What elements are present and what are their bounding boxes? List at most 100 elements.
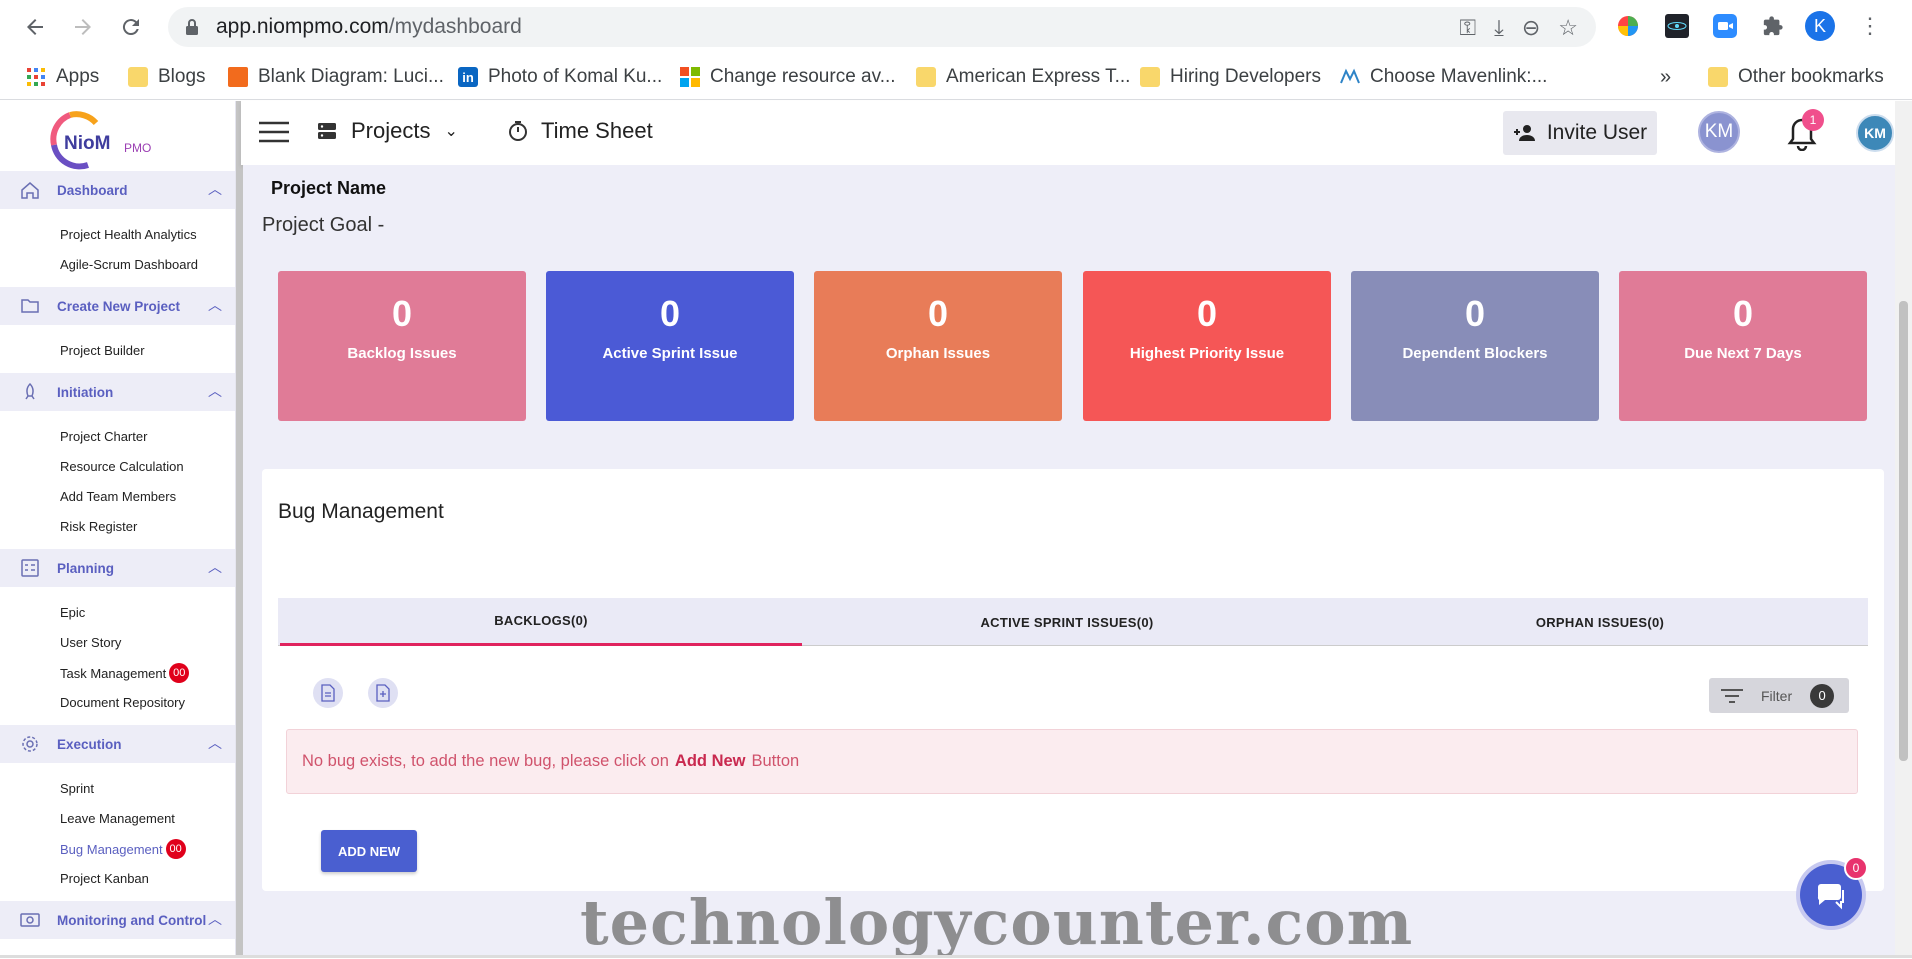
bug-management-title: Bug Management: [278, 500, 444, 524]
chat-widget-button[interactable]: 0: [1800, 864, 1862, 926]
account-avatar[interactable]: KM: [1856, 114, 1894, 152]
sidebar-item-sprint[interactable]: Sprint: [60, 781, 94, 796]
star-icon[interactable]: ☆: [1558, 15, 1578, 41]
due-next-7-days-card[interactable]: 0Due Next 7 Days: [1619, 271, 1867, 421]
reload-icon[interactable]: [114, 10, 148, 44]
projects-dropdown[interactable]: Projects ⌄: [317, 118, 458, 144]
key-icon[interactable]: ⚿: [1459, 15, 1476, 41]
sidebar-item-project-builder[interactable]: Project Builder: [60, 343, 145, 358]
filter-count-badge: 0: [1810, 684, 1834, 708]
rocket-icon: [20, 383, 40, 401]
sidebar-item-leave-management[interactable]: Leave Management: [60, 811, 175, 826]
bookmarks-overflow-button[interactable]: »: [1660, 63, 1671, 91]
task-count-badge: 00: [169, 663, 189, 683]
back-icon[interactable]: [18, 10, 52, 44]
linkedin-icon: in: [458, 67, 478, 87]
address-bar[interactable]: app.niompmo.com/mydashboard ⚿ ⤓ ⊖ ☆: [168, 7, 1596, 47]
sidebar-section-dashboard[interactable]: Dashboard ︿: [0, 171, 236, 209]
bookmark-change-resource[interactable]: Change resource av...: [680, 63, 896, 91]
chevron-up-icon: ︿: [208, 557, 222, 577]
backlog-issues-card[interactable]: 0Backlog Issues: [278, 271, 526, 421]
chevron-up-icon: ︿: [208, 909, 222, 929]
chevron-up-icon: ︿: [208, 381, 222, 401]
sidebar-item-task-management[interactable]: Task Management00: [60, 663, 189, 683]
sidebar-section-create-new-project[interactable]: Create New Project ︿: [0, 287, 236, 325]
chat-icon: [1815, 880, 1847, 910]
chevron-down-icon: ⌄: [444, 121, 457, 141]
sidebar-item-add-team-members[interactable]: Add Team Members: [60, 489, 176, 504]
bookmarks-bar: Apps Blogs Blank Diagram: Luci... inPhot…: [0, 54, 1912, 100]
microsoft-icon: [680, 67, 700, 87]
add-new-link[interactable]: Add New: [675, 752, 746, 771]
checklist-icon: [20, 559, 40, 577]
tab-backlogs[interactable]: BACKLOGS(0): [280, 598, 802, 646]
puzzle-icon[interactable]: [1758, 11, 1788, 41]
bookmark-american-express[interactable]: American Express T...: [916, 63, 1130, 91]
home-icon: [20, 181, 40, 199]
user-avatar[interactable]: KM: [1698, 111, 1740, 153]
highest-priority-issue-card[interactable]: 0Highest Priority Issue: [1083, 271, 1331, 421]
tab-active-sprint-issues[interactable]: ACTIVE SPRINT ISSUES(0): [802, 598, 1332, 646]
tab-orphan-issues[interactable]: ORPHAN ISSUES(0): [1332, 598, 1868, 646]
react-devtools-icon[interactable]: [1662, 11, 1692, 41]
export-csv-icon[interactable]: [313, 678, 343, 708]
sidebar-item-document-repository[interactable]: Document Repository: [60, 695, 185, 710]
install-icon[interactable]: ⤓: [1494, 15, 1504, 41]
bookmark-blank-diagram[interactable]: Blank Diagram: Luci...: [228, 63, 444, 91]
invite-user-button[interactable]: Invite User: [1503, 111, 1657, 155]
zoom-extension-icon[interactable]: [1710, 11, 1740, 41]
sidebar-item-risk-register[interactable]: Risk Register: [60, 519, 137, 534]
mavenlink-icon: [1340, 67, 1360, 87]
color-wheel-extension-icon[interactable]: [1613, 11, 1643, 41]
url-text: app.niompmo.com/mydashboard: [216, 15, 522, 39]
app-header: Projects ⌄ Time Sheet Invite User KM 1 K…: [241, 101, 1912, 165]
dependent-blockers-card[interactable]: 0Dependent Blockers: [1351, 271, 1599, 421]
sidebar-item-project-charter[interactable]: Project Charter: [60, 429, 147, 444]
sidebar-item-bug-management[interactable]: Bug Management00: [60, 839, 186, 859]
bookmark-blogs[interactable]: Blogs: [128, 63, 206, 91]
sidebar-item-project-health-analytics[interactable]: Project Health Analytics: [60, 227, 197, 242]
bookmark-hiring-developers[interactable]: Hiring Developers: [1140, 63, 1321, 91]
page-scrollbar[interactable]: [1895, 101, 1912, 958]
bookmark-apps[interactable]: Apps: [26, 63, 99, 91]
profile-avatar[interactable]: K: [1805, 11, 1835, 41]
more-menu-icon[interactable]: ⋮: [1855, 11, 1885, 41]
sidebar-section-planning[interactable]: Planning ︿: [0, 549, 236, 587]
sidebar-item-agile-scrum-dashboard[interactable]: Agile-Scrum Dashboard: [60, 257, 198, 272]
bookmark-photo-of-komal[interactable]: inPhoto of Komal Ku...: [458, 63, 662, 91]
folder-icon: [1140, 67, 1160, 87]
orphan-issues-card[interactable]: 0Orphan Issues: [814, 271, 1062, 421]
sidebar-item-epic[interactable]: Epic: [60, 605, 85, 620]
add-person-icon: [1513, 123, 1537, 143]
sidebar-item-resource-calculation[interactable]: Resource Calculation: [60, 459, 184, 474]
sidebar-section-initiation[interactable]: Initiation ︿: [0, 373, 236, 411]
zoom-icon[interactable]: ⊖: [1522, 15, 1540, 41]
chat-badge: 0: [1844, 856, 1868, 880]
projects-icon: [317, 121, 337, 141]
sidebar: NioM PMO Dashboard ︿ Project Health Anal…: [0, 101, 236, 958]
chevron-up-icon: ︿: [208, 179, 222, 199]
notification-bell-icon[interactable]: 1: [1784, 113, 1820, 151]
sidebar-section-monitoring-and-control[interactable]: Monitoring and Control ︿: [0, 901, 236, 939]
sidebar-item-user-story[interactable]: User Story: [60, 635, 121, 650]
forward-icon[interactable]: [66, 10, 100, 44]
sidebar-section-execution[interactable]: Execution ︿: [0, 725, 236, 763]
bookmark-other[interactable]: Other bookmarks: [1708, 63, 1884, 91]
folder-icon: [128, 67, 148, 87]
bookmark-choose-mavenlink[interactable]: Choose Mavenlink:...: [1340, 63, 1547, 91]
project-goal: Project Goal -: [262, 214, 384, 237]
apps-grid-icon: [26, 67, 46, 87]
gear-icon: [20, 735, 40, 753]
add-new-button[interactable]: ADD NEW: [321, 830, 417, 872]
folder-icon: [1708, 67, 1728, 87]
sidebar-scrollbar[interactable]: [236, 101, 243, 958]
bug-tabs: BACKLOGS(0) ACTIVE SPRINT ISSUES(0) ORPH…: [278, 598, 1868, 646]
active-sprint-issue-card[interactable]: 0Active Sprint Issue: [546, 271, 794, 421]
export-pdf-icon[interactable]: [368, 678, 398, 708]
no-bug-alert: No bug exists, to add the new bug, pleas…: [286, 729, 1858, 794]
sidebar-item-project-kanban[interactable]: Project Kanban: [60, 871, 149, 886]
project-name: Project Name: [271, 178, 386, 199]
filter-button[interactable]: Filter 0: [1709, 678, 1849, 713]
time-sheet-link[interactable]: Time Sheet: [507, 118, 653, 144]
hamburger-menu-icon[interactable]: [259, 121, 289, 143]
